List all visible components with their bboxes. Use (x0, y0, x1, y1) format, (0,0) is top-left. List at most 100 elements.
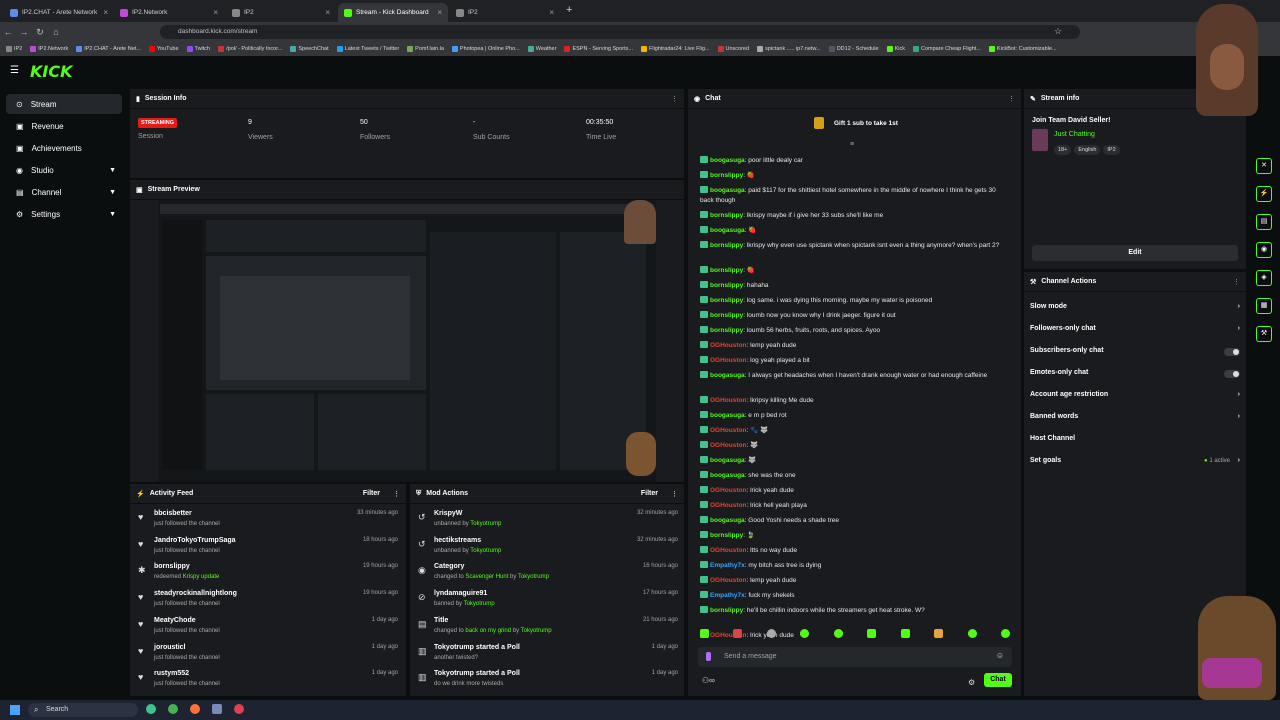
channel-action-row[interactable]: Host Channel (1030, 435, 1240, 451)
mod-action-target[interactable]: hectikstreams (434, 537, 481, 544)
layout-icon[interactable]: ▦ (1256, 298, 1272, 314)
channel-action-row[interactable]: Emotes-only chat (1030, 369, 1240, 385)
wrench-icon[interactable]: ⚒ (1256, 326, 1272, 342)
emoji-icon[interactable]: ☺ (996, 651, 1004, 660)
mod-action-row[interactable]: ◉ Category changed to Scavenger Hunt by To… (416, 561, 678, 587)
channel-action-row[interactable]: Set goals › ● 1 active (1030, 457, 1240, 473)
edit-button[interactable]: Edit (1032, 245, 1238, 261)
mod-action-target[interactable]: Tokyotrump started a Poll (434, 644, 520, 651)
browser-tab[interactable]: IP2 × (226, 3, 336, 22)
activity-username[interactable]: rustym552 (154, 670, 189, 677)
chat-username[interactable]: OGHouston (710, 397, 746, 404)
chat-username[interactable]: boogasuga (710, 157, 745, 164)
chat-icon[interactable]: ◉ (1256, 242, 1272, 258)
forward-icon[interactable]: → (16, 27, 32, 37)
emote-icon[interactable] (800, 629, 810, 638)
emote-icon[interactable] (934, 629, 944, 638)
activity-row[interactable]: ♥ bbcisbetter just followed the channel 33 … (136, 508, 398, 534)
bookmark-item[interactable]: SpeechChat (290, 46, 329, 52)
chat-username[interactable]: bornslippy (710, 242, 743, 249)
mod-action-target[interactable]: Tokyotrump started a Poll (434, 670, 520, 677)
tool-button-icon[interactable]: ✕ (1256, 158, 1272, 174)
bookmark-item[interactable]: IP2.CHAT - Arete Net... (76, 46, 141, 52)
toggle-switch[interactable] (1224, 370, 1240, 378)
mod-action-target[interactable]: Title (434, 617, 448, 624)
channel-action-row[interactable]: Subscribers-only chat (1030, 347, 1240, 363)
bolt-icon[interactable]: ⚡ (1256, 186, 1272, 202)
bookmark-item[interactable]: Compare Cheap Flight... (912, 46, 981, 52)
browser-tab[interactable]: IP2.CHAT - Arete Network × (4, 3, 114, 22)
bookmark-item[interactable]: IP2.Network (30, 46, 68, 52)
mod-action-row[interactable]: ⊘ lyndamaguire91 banned by Tokyotrump 17 ho… (416, 588, 678, 614)
new-tab-icon[interactable]: + (566, 4, 572, 16)
mod-action-row[interactable]: ▤ Title changed to back on my grind by Tok… (416, 615, 678, 641)
mod-action-row[interactable]: ▥ Tokyotrump started a Poll do we drink mo… (416, 668, 678, 694)
chat-username[interactable]: OGHouston (710, 502, 746, 509)
back-icon[interactable]: ← (0, 27, 16, 37)
chat-username[interactable]: OGHouston (710, 577, 746, 584)
close-icon[interactable]: × (213, 8, 218, 17)
browser-tab-active[interactable]: Stream - Kick Dashboard × (338, 3, 448, 22)
emote-icon[interactable] (733, 629, 743, 638)
close-icon[interactable]: × (437, 8, 442, 17)
mod-action-row[interactable]: ↺ hectikstreams unbanned by Tokyotrump 32 m… (416, 535, 678, 561)
activity-row[interactable]: ♥ JandroTokyoTrumpSaga just followed the c… (136, 535, 398, 561)
mod-action-target[interactable]: lyndamaguire91 (434, 590, 487, 597)
channel-action-row[interactable]: Account age restriction › (1030, 391, 1240, 407)
mod-action-row[interactable]: ▥ Tokyotrump started a Poll another twiste… (416, 642, 678, 668)
close-icon[interactable]: × (103, 8, 108, 17)
sidebar-item-achievements[interactable]: ▣ Achievements (6, 138, 122, 158)
emote-icon[interactable] (1000, 629, 1010, 638)
app-icon[interactable] (234, 704, 244, 714)
chat-settings-icon[interactable]: ⚇∞ (702, 676, 715, 685)
chat-username[interactable]: bornslippy (710, 312, 743, 319)
more-menu-icon[interactable]: ⋮ (1008, 95, 1015, 103)
sidebar-item-stream[interactable]: ⊙ Stream (6, 94, 122, 114)
browser-tab[interactable]: IP2 × (450, 3, 560, 22)
chat-username[interactable]: bornslippy (710, 172, 743, 179)
sidebar-item-settings[interactable]: ⚙ Settings ▼ (6, 204, 122, 224)
bookmark-item[interactable]: DD12 - Schedule (828, 46, 879, 52)
channel-action-row[interactable]: Followers-only chat › (1030, 325, 1240, 341)
activity-row[interactable]: ✱ bornslippy redeemed Krispy update 19 hour… (136, 561, 398, 587)
bookmark-item[interactable]: /pol/ - Politically Incor... (218, 46, 282, 52)
emote-icon[interactable] (700, 629, 709, 638)
bookmark-item[interactable]: IP2 (6, 46, 22, 52)
chrome-icon[interactable] (168, 704, 178, 714)
activity-username[interactable]: MeatyChode (154, 617, 196, 624)
chat-username[interactable]: boogasuga (710, 227, 745, 234)
activity-username[interactable]: bbcisbetter (154, 510, 192, 517)
moderator-name[interactable]: Tokyotrump (518, 574, 549, 580)
chat-username[interactable]: boogasuga (710, 472, 745, 479)
mod-action-target[interactable]: Category (434, 563, 464, 570)
chat-username[interactable]: bornslippy (710, 607, 743, 614)
sidebar-item-channel[interactable]: ▤ Channel ▼ (6, 182, 122, 202)
mod-action-target[interactable]: KrispyW (434, 510, 462, 517)
bookmark-item[interactable]: Unscored (717, 46, 749, 52)
bookmark-item[interactable]: Kick (886, 46, 905, 52)
sidebar-item-studio[interactable]: ◉ Studio ▼ (6, 160, 122, 180)
emote-icon[interactable] (833, 629, 843, 638)
bookmark-item[interactable]: YouTube (148, 46, 179, 52)
hamburger-menu-icon[interactable]: ☰ (10, 65, 19, 76)
close-icon[interactable]: × (549, 8, 554, 17)
filter-button[interactable]: Filter (641, 490, 658, 497)
activity-row[interactable]: ♥ MeatyChode just followed the channel 1 da… (136, 615, 398, 641)
url-field[interactable]: dashboard.kick.com/stream (160, 25, 1080, 39)
reload-icon[interactable]: ↻ (32, 27, 48, 38)
more-menu-icon[interactable]: ⋮ (671, 490, 678, 498)
more-menu-icon[interactable]: ⋮ (393, 490, 400, 498)
activity-username[interactable]: jorousticl (154, 644, 186, 651)
chat-username[interactable]: Empathy7x (710, 592, 745, 599)
chat-username[interactable]: OGHouston (710, 342, 746, 349)
more-menu-icon[interactable]: ⋮ (671, 95, 678, 103)
chat-username[interactable]: bornslippy (710, 532, 743, 539)
bookmark-item[interactable]: spictank ..... ip7.netw... (757, 46, 821, 52)
filter-button[interactable]: Filter (363, 490, 380, 497)
chat-username[interactable]: OGHouston (710, 547, 746, 554)
bookmark-item[interactable]: KickBot: Customizable... (988, 46, 1057, 52)
chat-username[interactable]: bornslippy (710, 297, 743, 304)
activity-row[interactable]: ♥ jorousticl just followed the channel 1 da… (136, 642, 398, 668)
sidebar-item-revenue[interactable]: ▣ Revenue (6, 116, 122, 136)
chat-username[interactable]: OGHouston (710, 427, 746, 434)
